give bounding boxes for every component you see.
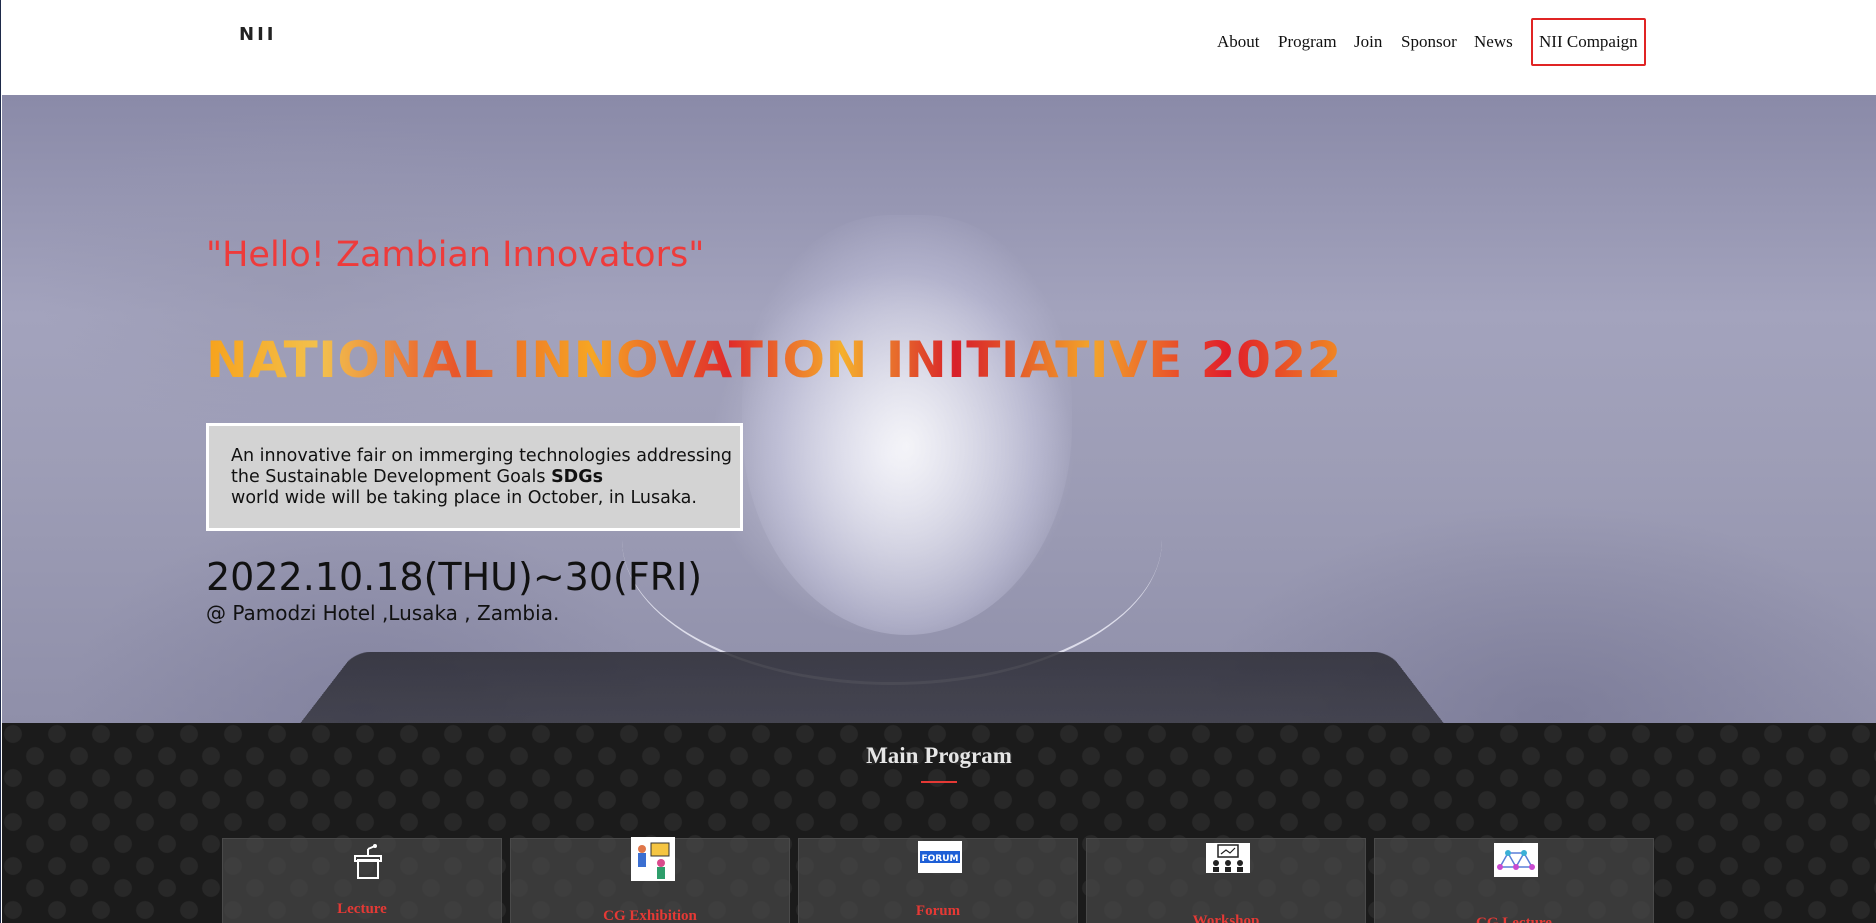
svg-text:FORUM: FORUM bbox=[922, 854, 959, 864]
program-card-workshop-label: Workshop bbox=[1087, 913, 1365, 923]
workshop-icon bbox=[1206, 843, 1250, 873]
site-header: NII About Program Join Sponsor News NII … bbox=[2, 0, 1876, 95]
podium-icon bbox=[348, 843, 388, 883]
nav-join[interactable]: Join bbox=[1354, 18, 1382, 66]
program-card-cg-lecture[interactable]: CG Lecture bbox=[1374, 838, 1654, 923]
hero-tagline: "Hello! Zambian Innovators" bbox=[206, 235, 704, 275]
program-card-lecture[interactable]: Lecture bbox=[222, 838, 502, 923]
program-card-workshop[interactable]: Workshop bbox=[1086, 838, 1366, 923]
nav-program[interactable]: Program bbox=[1278, 18, 1337, 66]
nav-nii-compaign[interactable]: NII Compaign bbox=[1531, 18, 1646, 66]
program-card-cg-lecture-label: CG Lecture bbox=[1375, 915, 1653, 923]
program-card-forum-label: Forum bbox=[799, 903, 1077, 920]
event-venue: @ Pamodzi Hotel ,Lusaka , Zambia. bbox=[206, 601, 559, 625]
program-card-cg-exhibition[interactable]: CG Exhibition bbox=[510, 838, 790, 923]
main-program-title: Main Program bbox=[2, 743, 1876, 769]
forum-icon: FORUM bbox=[918, 841, 962, 873]
hero-description-line2-text: the Sustainable Development Goals bbox=[231, 467, 551, 487]
nav-sponsor[interactable]: Sponsor bbox=[1401, 18, 1457, 66]
network-icon bbox=[1494, 843, 1538, 877]
hero-laptop-graphic bbox=[284, 652, 1460, 723]
hero-description-box: An innovative fair on immerging technolo… bbox=[206, 423, 743, 531]
nav-news[interactable]: News bbox=[1474, 18, 1513, 66]
main-program-section: Main Program Lecture CG Exhibition FORUM… bbox=[2, 723, 1876, 923]
site-logo[interactable]: NII bbox=[239, 24, 276, 45]
hero-banner: "Hello! Zambian Innovators" NATIONAL INN… bbox=[2, 95, 1876, 723]
hero-description-sdgs: SDGs bbox=[551, 467, 603, 487]
hero-description-line1: An innovative fair on immerging technolo… bbox=[231, 446, 740, 467]
program-card-lecture-label: Lecture bbox=[223, 901, 501, 918]
nav-about[interactable]: About bbox=[1217, 18, 1260, 66]
program-card-forum[interactable]: FORUM Forum bbox=[798, 838, 1078, 923]
page: NII About Program Join Sponsor News NII … bbox=[0, 0, 1876, 923]
event-date: 2022.10.18(THU)~30(FRI) bbox=[206, 555, 702, 599]
program-card-cg-exhibition-label: CG Exhibition bbox=[511, 908, 789, 923]
hero-description-line2: the Sustainable Development Goals SDGs bbox=[231, 467, 740, 488]
hero-headline: NATIONAL INNOVATION INITIATIVE 2022 bbox=[206, 331, 1342, 389]
title-underline bbox=[921, 781, 957, 783]
exhibition-icon bbox=[631, 837, 675, 881]
hero-description-line3: world wide will be taking place in Octob… bbox=[231, 488, 740, 509]
